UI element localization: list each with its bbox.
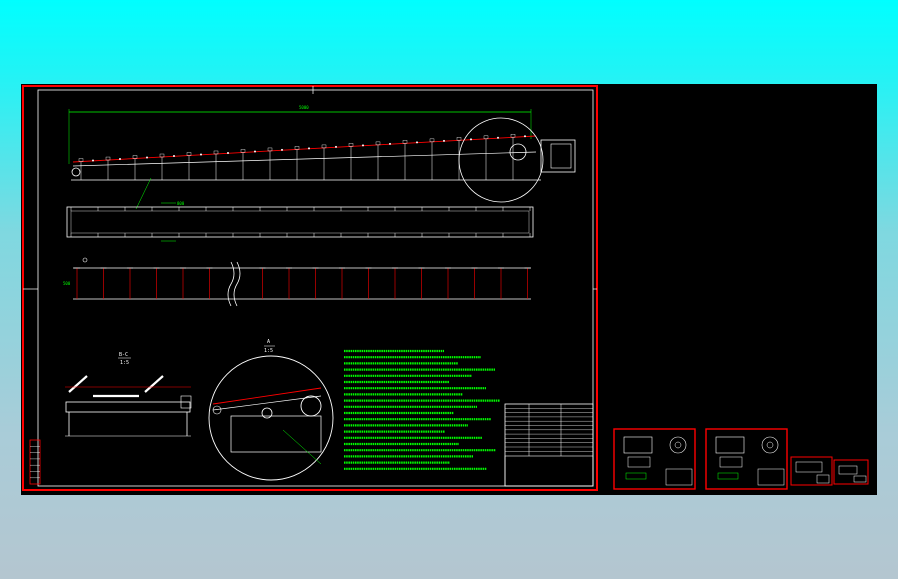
belt-top-line — [72, 135, 537, 163]
cad-viewer: 5000 800 500 B-C 1:5 A 1:5 — [0, 0, 898, 579]
conveyor-plan: 800 — [66, 201, 534, 242]
idler-left-roll — [68, 375, 88, 393]
plan-ticks — [70, 207, 531, 237]
conveyor-frame-view: 500 — [63, 257, 531, 307]
title-block-frame — [504, 403, 594, 487]
tail-pulley — [71, 167, 81, 177]
belt-bottom-line — [72, 151, 537, 167]
belt-dot — [281, 148, 283, 151]
thumbnail[interactable] — [705, 428, 788, 490]
belt-dot — [92, 159, 94, 162]
left-table-lines — [30, 446, 40, 478]
dim-label-mid: 800 — [177, 201, 185, 206]
thumbnail[interactable] — [790, 456, 833, 486]
belt-dot — [227, 151, 229, 154]
conveyor-elevation: 5000 — [68, 105, 576, 210]
drive-motor — [550, 143, 572, 169]
sheet-border — [22, 85, 598, 491]
belt-dot — [173, 155, 175, 158]
detail-circle — [208, 355, 334, 481]
detail-a: A 1:5 — [208, 339, 334, 481]
detail-circle-head — [458, 117, 544, 203]
title-rows — [505, 408, 593, 452]
belt-dot — [119, 158, 121, 161]
thumbnail-strip — [613, 428, 869, 490]
dim-label-top: 5000 — [299, 105, 309, 110]
technical-notes — [344, 349, 500, 470]
detail-mark-a: A — [267, 339, 270, 345]
thumbnail[interactable] — [833, 459, 869, 485]
plan-outline — [66, 206, 534, 238]
drive-unit — [540, 139, 576, 173]
left-margin-table — [29, 439, 41, 485]
detail-pulley — [300, 395, 322, 417]
drawing-svg: 5000 800 500 B-C 1:5 A 1:5 — [22, 85, 869, 491]
frame-posts — [74, 267, 531, 299]
thumbnail[interactable] — [613, 428, 696, 490]
belt-dot — [470, 138, 472, 141]
detail-leader — [282, 429, 322, 465]
belt-dot — [254, 150, 256, 153]
belt-dot — [362, 144, 364, 147]
belt-dot — [308, 147, 310, 150]
thumb-frame — [790, 456, 833, 486]
title-block — [504, 403, 594, 487]
detail-scale-a: 1:5 — [264, 348, 273, 354]
thumb-frame — [705, 428, 788, 490]
plan-inner — [70, 210, 530, 234]
thumb-frame — [613, 428, 696, 490]
detail-belt — [212, 387, 322, 405]
belt-dot — [200, 153, 202, 156]
detail-roller — [261, 407, 273, 419]
section-scale-bc: 1:5 — [120, 360, 129, 366]
belt-dot — [416, 141, 418, 144]
idler-base — [65, 401, 191, 413]
belt-dot — [146, 156, 148, 159]
frame-marker — [82, 257, 88, 263]
belt-dot — [335, 145, 337, 148]
belt-dot — [443, 139, 445, 142]
drawing-canvas[interactable]: 5000 800 500 B-C 1:5 A 1:5 — [21, 84, 877, 495]
idler-section: B-C 1:5 — [65, 352, 192, 437]
belt-dot — [497, 136, 499, 139]
detail-frame — [230, 415, 322, 453]
belt-dot — [389, 142, 391, 145]
idler-right-roll — [144, 375, 164, 393]
leader-1 — [135, 177, 152, 210]
title-name-box — [504, 455, 594, 487]
section-mark-bc: B-C — [119, 352, 128, 358]
belt-dot — [524, 135, 526, 138]
dim-label-bot: 500 — [63, 281, 71, 286]
head-pulley — [509, 143, 527, 161]
